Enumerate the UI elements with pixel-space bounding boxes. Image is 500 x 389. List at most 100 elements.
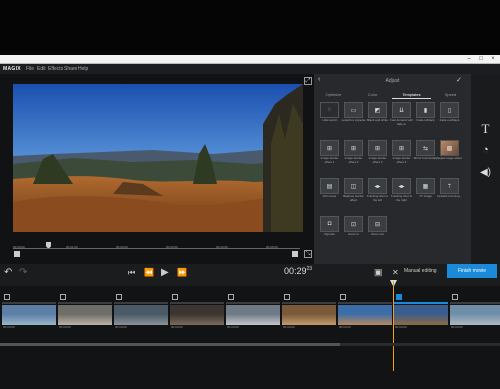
volume-icon[interactable]: ◀) <box>471 167 500 178</box>
ruler-mark: 00:03:00 <box>166 245 178 249</box>
text-icon[interactable]: T <box>471 121 500 137</box>
clip-thumbnail <box>2 305 56 325</box>
clip-duration: 00:00:00 <box>283 325 295 329</box>
video-preview[interactable] <box>13 84 303 232</box>
redo-icon[interactable]: ↷ <box>19 267 27 278</box>
ruler-mark: 00:01:00 <box>66 245 78 249</box>
menu-file[interactable]: File <box>26 64 34 74</box>
template-label: Fade-in/black <box>416 118 435 122</box>
clip-thumbnail <box>58 305 112 325</box>
template-thumbnail: ◘ <box>320 216 339 232</box>
tab-color[interactable]: Color <box>353 90 392 99</box>
fast-forward-icon[interactable]: ⏩ <box>177 268 187 277</box>
template-thumbnail: ⊞ <box>368 140 387 156</box>
menu-edit[interactable]: Edit <box>37 64 46 74</box>
template-thumbnail: ◫ <box>344 178 363 194</box>
template-thumbnail: ⇡ <box>440 178 459 194</box>
clip-thumbnail <box>226 305 280 325</box>
template-label: Fast-forward with fade in <box>389 118 413 126</box>
timeline-clip[interactable]: 00:00:00 <box>226 292 280 329</box>
timeline-clip[interactable]: 00:00:00 <box>2 292 56 329</box>
playhead[interactable] <box>393 281 394 371</box>
check-icon[interactable]: ✓ <box>456 76 462 84</box>
template-label: Zoom out <box>371 232 384 236</box>
template-label: Black and white <box>366 118 388 122</box>
clip-duration: 00:00:00 <box>59 325 71 329</box>
menu-share[interactable]: Share <box>64 64 77 74</box>
template-label: Image border effect 1 <box>320 156 339 164</box>
fullscreen-icon[interactable]: ⤡ <box>304 250 312 258</box>
app-logo: MAGIX <box>3 66 21 72</box>
template-thumbnail: ⊞ <box>344 140 363 156</box>
timeline-clip[interactable]: 00:00:00 <box>58 292 112 329</box>
menu-help[interactable]: Help <box>78 64 88 74</box>
panel-tabs: Optimize Color Templates Speed <box>314 90 471 99</box>
clip-thumbnail <box>114 305 168 325</box>
template-label: Zoom in <box>348 232 359 236</box>
ruler-mark: 00:04:00 <box>216 245 228 249</box>
template-thumbnail: ⊞ <box>392 140 411 156</box>
clip-checkbox[interactable] <box>172 294 178 300</box>
timeline-clip[interactable]: 00:00:00 <box>282 292 336 329</box>
finish-movie-label: Finish movie <box>457 268 487 274</box>
template-thumbnail: ⊟ <box>368 216 387 232</box>
clip-checkbox[interactable] <box>396 294 402 300</box>
clip-header <box>450 302 500 304</box>
menu-effects[interactable]: Effects <box>48 64 63 74</box>
template-label: Sepia image effect <box>437 156 462 160</box>
clip-checkbox[interactable] <box>60 294 66 300</box>
time-ruler[interactable]: 00:00:00 00:01:00 00:02:00 00:03:00 00:0… <box>13 244 300 252</box>
template-label: Upward zooming... <box>437 194 463 198</box>
timeline-scrollbar[interactable] <box>0 343 500 346</box>
expand-icon[interactable]: ⤢ <box>304 77 312 85</box>
manual-editing-button[interactable]: Manual editing <box>404 268 437 274</box>
close-button[interactable]: × <box>487 55 499 64</box>
clip-checkbox[interactable] <box>452 294 458 300</box>
clip-header <box>170 302 224 304</box>
template-label: Old movie <box>322 194 337 198</box>
clip-checkbox[interactable] <box>284 294 290 300</box>
maximize-button[interactable]: □ <box>475 55 487 64</box>
play-icon[interactable]: ▶ <box>161 267 169 278</box>
clip-thumbnail <box>282 305 336 325</box>
skip-back-icon[interactable]: ⏮ <box>128 268 135 278</box>
clip-duration: 00:00:00 <box>395 325 407 329</box>
clip-checkbox[interactable] <box>4 294 10 300</box>
template-thumbnail: ▤ <box>320 178 339 194</box>
finish-movie-button[interactable]: Finish movie <box>447 264 497 278</box>
speedometer-icon[interactable]: ◔ <box>471 144 500 156</box>
right-toolbar: T ◔ ◀) <box>471 74 500 264</box>
tab-speed[interactable]: Speed <box>431 90 470 99</box>
range-end-handle[interactable] <box>292 251 298 257</box>
clip-checkbox[interactable] <box>340 294 346 300</box>
template-label: Image border effect 4 <box>392 156 411 164</box>
template-label: Letterbox vignette <box>341 118 366 122</box>
range-start-handle[interactable] <box>14 251 20 257</box>
timeline-clip[interactable]: 00:00:00 <box>114 292 168 329</box>
clip-header <box>114 302 168 304</box>
template-thumbnail: ⇆ <box>416 140 435 156</box>
tab-optimize[interactable]: Optimize <box>314 90 353 99</box>
clip-header <box>58 302 112 304</box>
template-label: Tracking shot to the right <box>390 194 413 202</box>
clip-duration: 00:00:00 <box>451 325 463 329</box>
timeline-clip[interactable]: 00:00:00 <box>170 292 224 329</box>
tab-templates[interactable]: Templates <box>392 90 431 99</box>
clip-duration: 00:00:00 <box>227 325 239 329</box>
undo-icon[interactable]: ↶ <box>4 267 12 278</box>
clip-selected[interactable]: 00:00:00 <box>394 292 448 329</box>
ruler-mark: 00:00:00 <box>13 245 25 249</box>
clip-checkbox[interactable] <box>228 294 234 300</box>
rewind-icon[interactable]: ⏪ <box>144 268 154 277</box>
clip-checkbox[interactable] <box>116 294 122 300</box>
timeline-clip[interactable]: 00:00:00 <box>338 292 392 329</box>
tools-icon[interactable]: ✕ <box>392 268 399 277</box>
minimize-button[interactable]: – <box>463 55 475 64</box>
template-label: Little world <box>322 118 337 122</box>
scroll-thumb[interactable] <box>0 343 340 346</box>
timeline-clip[interactable]: 00:00:00 <box>450 292 500 329</box>
template-thumbnail: ▩ <box>440 140 459 156</box>
ruler-mark: 00:05:00 <box>266 245 278 249</box>
layout-icon[interactable]: ▣ <box>374 267 383 278</box>
clip-header <box>226 302 280 304</box>
